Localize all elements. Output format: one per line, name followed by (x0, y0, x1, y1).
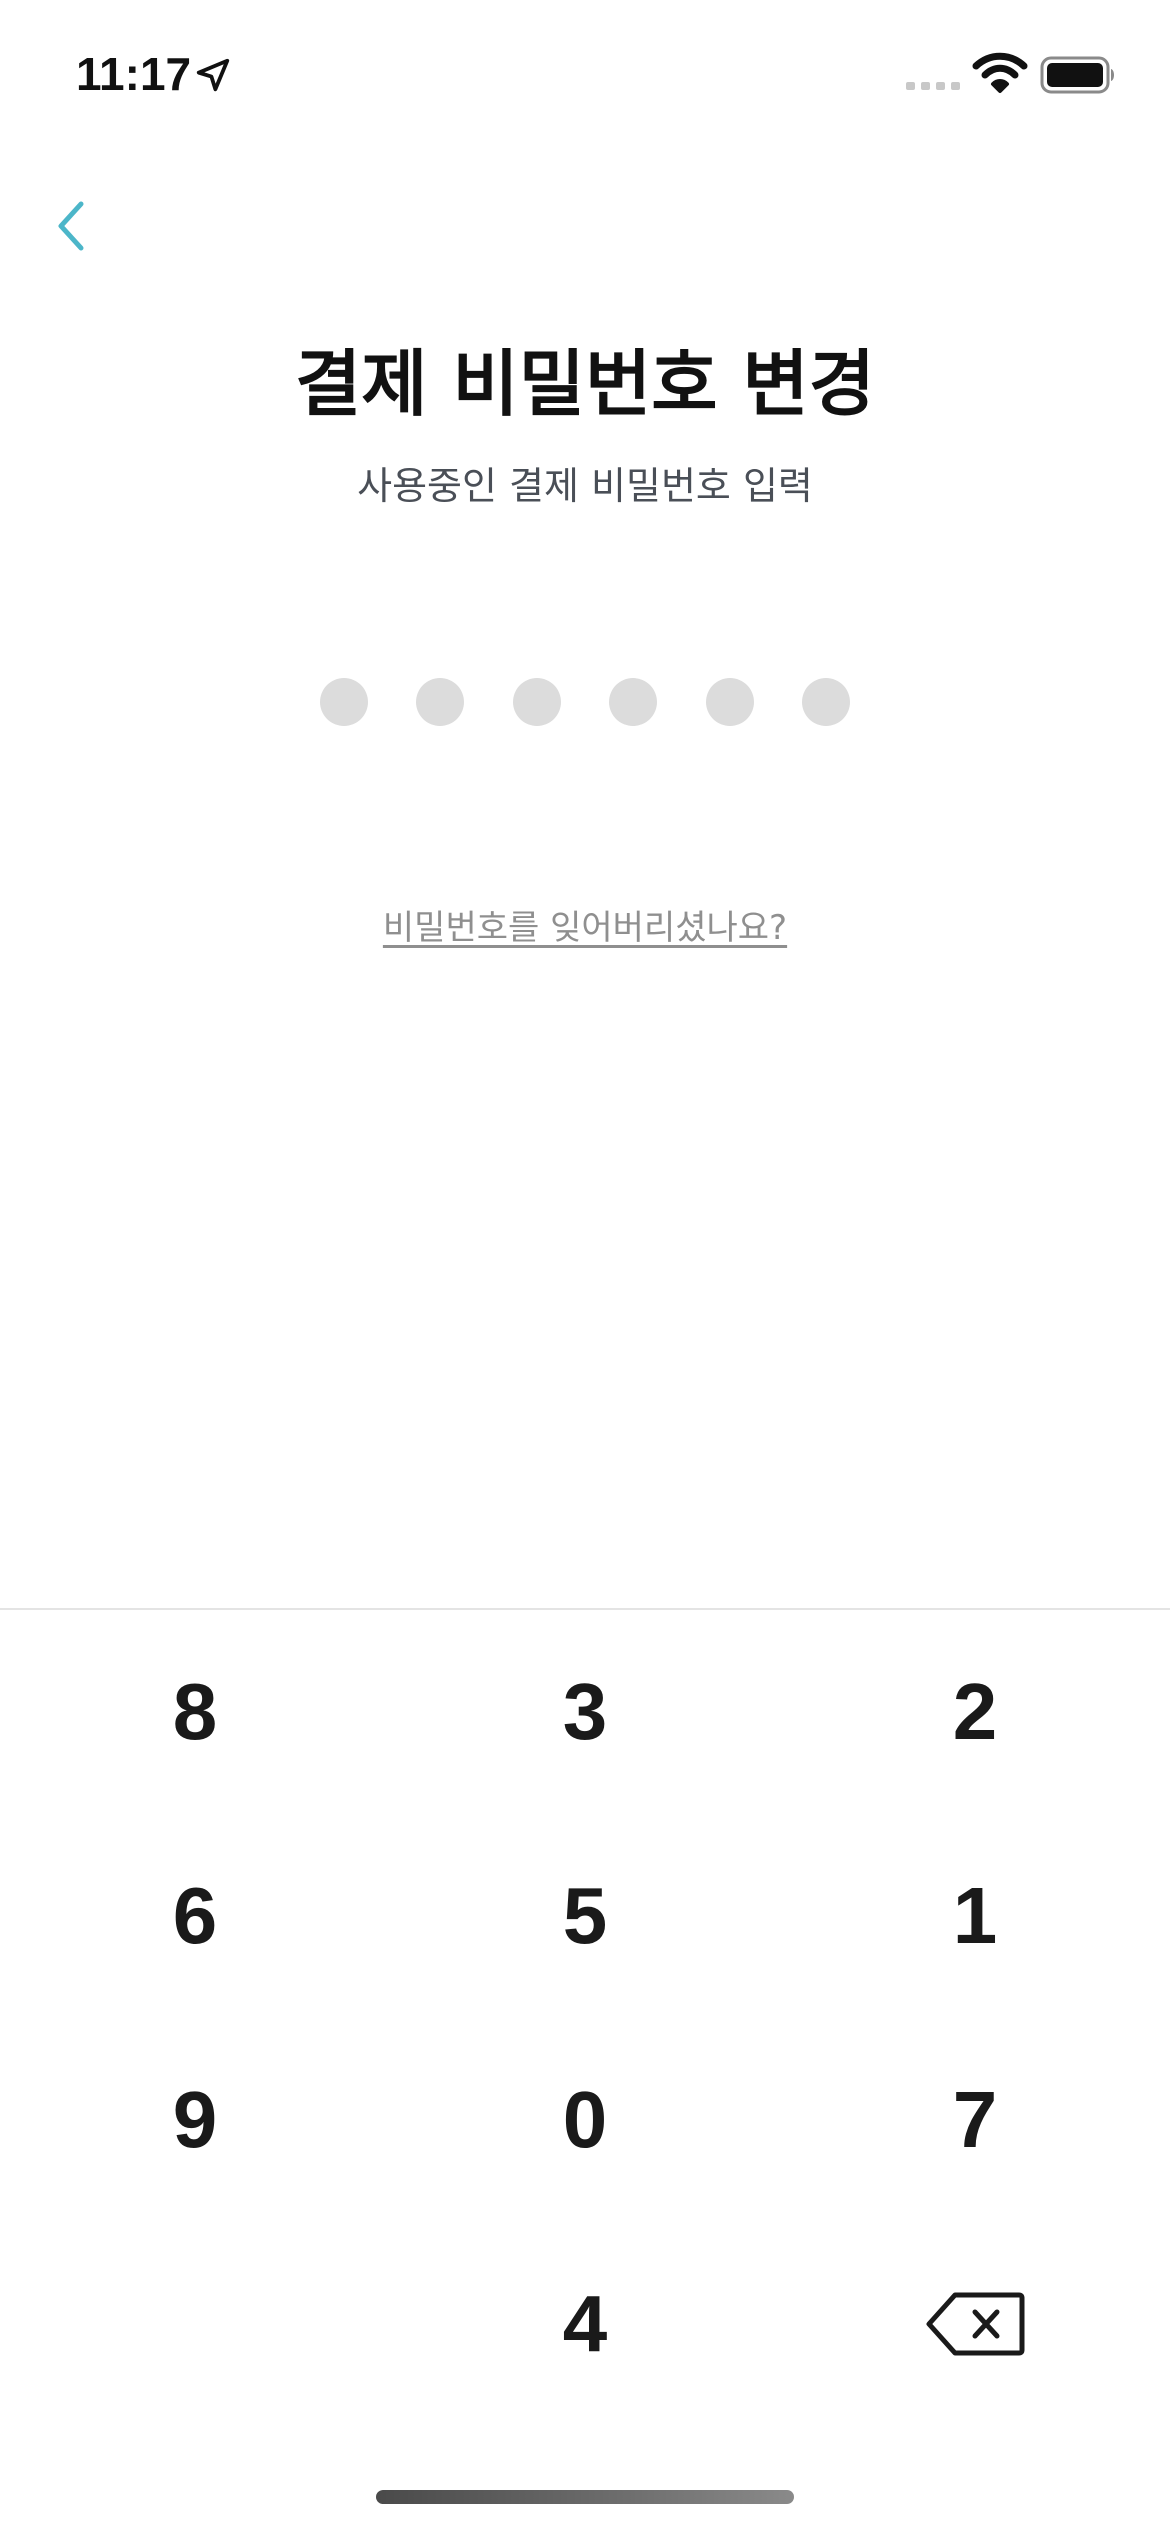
keypad-key-7[interactable]: 7 (780, 2018, 1170, 2222)
chevron-left-icon (58, 201, 84, 251)
forgot-password-link[interactable]: 비밀번호를 잊어버리셨나요? (383, 908, 787, 948)
home-indicator (376, 2490, 794, 2504)
keypad-key-8[interactable]: 8 (0, 1610, 390, 1814)
keypad-key-9[interactable]: 9 (0, 2018, 390, 2222)
back-button[interactable] (36, 186, 106, 266)
forgot-password-container: 비밀번호를 잊어버리셨나요? (0, 900, 1170, 956)
keypad-key-0[interactable]: 0 (390, 2018, 780, 2222)
page-title: 결제 비밀번호 변경 (294, 342, 876, 426)
pin-dot (416, 678, 465, 726)
keypad-key-2[interactable]: 2 (780, 1610, 1170, 1814)
pin-dot (609, 678, 658, 726)
backspace-icon (926, 2292, 1025, 2356)
keypad-key-5[interactable]: 5 (390, 1814, 780, 2018)
backspace-button[interactable] (780, 2222, 1170, 2426)
pin-dot (320, 678, 368, 726)
cellular-signal-icon (906, 82, 960, 90)
number-keypad: 832 651 9074 (0, 1610, 1170, 2426)
battery-icon (1040, 56, 1114, 94)
keypad-key-1[interactable]: 1 (780, 1814, 1170, 2018)
page-subtitle: 사용중인 결제 비밀번호 입력 (357, 464, 813, 508)
pin-dot (512, 678, 561, 726)
status-bar: 11:17 (0, 0, 1170, 150)
pin-dot (801, 678, 850, 726)
status-time: 11:17 (76, 48, 192, 100)
pin-indicator (320, 678, 850, 728)
keypad-key-4[interactable]: 4 (390, 2222, 780, 2426)
location-arrow-icon (196, 58, 230, 92)
keypad-key-6[interactable]: 6 (0, 1814, 390, 2018)
keypad-empty-slot (0, 2222, 390, 2426)
pin-dot (705, 678, 754, 726)
wifi-icon (972, 52, 1028, 93)
keypad-key-3[interactable]: 3 (390, 1610, 780, 1814)
